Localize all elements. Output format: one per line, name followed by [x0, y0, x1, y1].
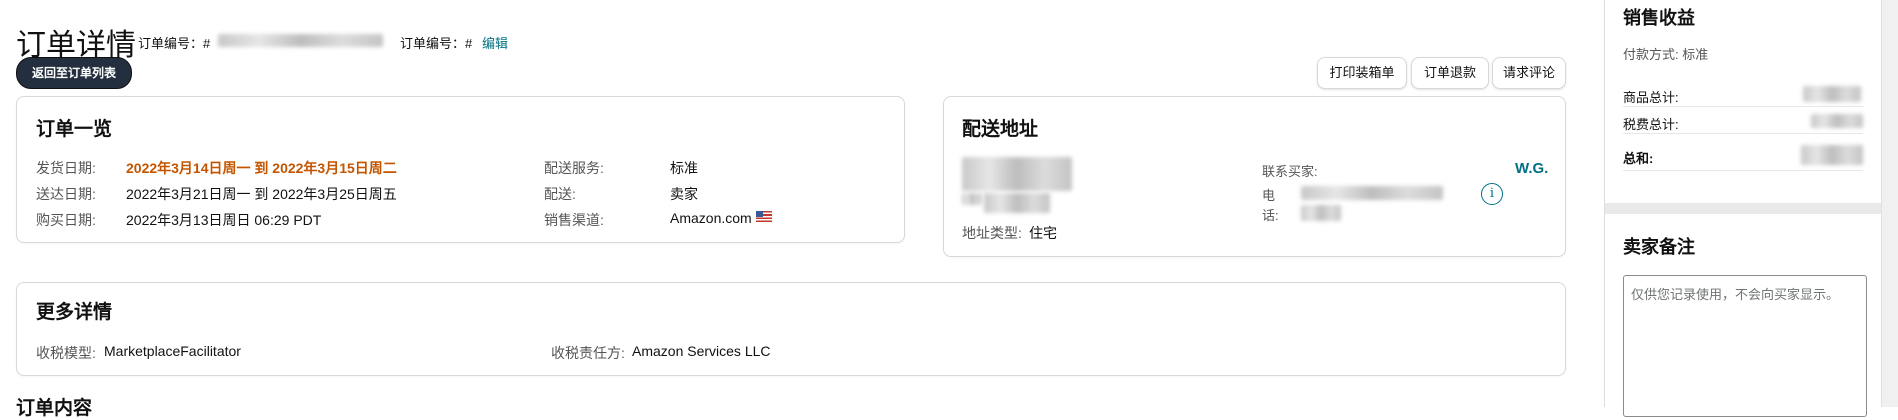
divider [1623, 106, 1863, 107]
ship-date-value: 2022年3月14日周一 到 2022年3月15日周二 [126, 160, 397, 176]
shipping-service-label: 配送服务: [544, 160, 604, 176]
address-type-value: 住宅 [1029, 225, 1057, 241]
phone-label-line1: 电 [1262, 188, 1276, 203]
purchase-date-value: 2022年3月13日周日 06:29 PDT [126, 212, 322, 228]
seller-notes-title: 卖家备注 [1623, 237, 1695, 257]
fulfillment-value: 卖家 [670, 186, 698, 202]
tax-model-value: MarketplaceFacilitator [104, 343, 241, 359]
sales-channel: Amazon.com [670, 210, 772, 226]
grand-total-label: 总和: [1623, 151, 1654, 166]
sidebar-separator [1605, 203, 1881, 214]
deliver-date-label: 送达日期: [36, 186, 96, 202]
tax-total-redacted [1811, 114, 1863, 128]
order-number-redacted [218, 34, 383, 47]
shipping-service-value: 标准 [670, 160, 698, 176]
sidebar: 销售收益 付款方式: 标准 商品总计: 税费总计: 总和: 卖家备注 仅供您记录… [1604, 0, 1898, 417]
divider [1623, 170, 1863, 171]
phone-redacted [1301, 186, 1443, 200]
refund-order-button[interactable]: 订单退款 [1411, 57, 1489, 89]
item-total-redacted [1803, 86, 1861, 102]
payment-method: 付款方式: 标准 [1623, 47, 1709, 62]
shipping-address-title: 配送地址 [962, 119, 1039, 140]
tax-total-label: 税费总计: [1623, 117, 1679, 132]
request-review-button[interactable]: 请求评论 [1492, 57, 1566, 89]
order-number-label: 订单编号：# [138, 36, 211, 51]
sales-revenue-panel: 销售收益 付款方式: 标准 商品总计: 税费总计: 总和: [1605, 0, 1881, 202]
tax-responsible-label: 收税责任方: [551, 345, 625, 361]
fulfillment-label: 配送: [544, 186, 576, 202]
more-details-card: 更多详情 收税模型: MarketplaceFacilitator 收税责任方:… [16, 282, 1566, 376]
print-packing-slip-button[interactable]: 打印装箱单 [1317, 57, 1407, 89]
shipping-address-card: 配送地址 地址类型: 住宅 联系买家: W.G. 电 话: i [943, 96, 1566, 257]
tax-model-label: 收税模型: [36, 345, 96, 361]
us-flag-icon [755, 211, 772, 222]
phone-redacted-2 [1301, 205, 1341, 221]
vertical-scrollbar[interactable] [1881, 0, 1898, 407]
phone-label-line2: 话: [1262, 208, 1279, 223]
buyer-name-link[interactable]: W.G. [1515, 160, 1548, 177]
address-redacted [962, 157, 1072, 191]
sales-channel-label: 销售渠道: [544, 212, 604, 228]
divider [1623, 133, 1863, 134]
more-details-title: 更多详情 [36, 302, 113, 323]
seller-notes-placeholder: 仅供您记录使用，不会向买家显示。 [1631, 287, 1840, 302]
ship-date-label: 发货日期: [36, 160, 96, 176]
sales-channel-value: Amazon.com [670, 210, 752, 226]
address-redacted-3 [962, 193, 982, 205]
item-total-label: 商品总计: [1623, 90, 1679, 105]
order-summary-card: 订单一览 发货日期: 2022年3月14日周一 到 2022年3月15日周二 送… [16, 96, 905, 243]
info-icon[interactable]: i [1481, 183, 1503, 205]
order-number-label-secondary: 订单编号：# [400, 36, 473, 51]
sales-revenue-title: 销售收益 [1623, 8, 1695, 28]
address-redacted-2 [984, 193, 1050, 213]
purchase-date-label: 购买日期: [36, 212, 96, 228]
grand-total-redacted [1801, 145, 1863, 165]
edit-link[interactable]: 编辑 [482, 33, 508, 52]
deliver-date-value: 2022年3月21日周一 到 2022年3月25日周五 [126, 186, 397, 202]
tax-responsible-value: Amazon Services LLC [632, 343, 771, 359]
seller-notes-input[interactable]: 仅供您记录使用，不会向买家显示。 [1623, 275, 1867, 417]
order-summary-title: 订单一览 [36, 119, 113, 140]
contact-buyer-label: 联系买家: [1262, 164, 1318, 179]
seller-notes-panel: 卖家备注 仅供您记录使用，不会向买家显示。 [1605, 214, 1881, 417]
back-to-orders-button[interactable]: 返回至订单列表 [16, 57, 132, 89]
address-type-label: 地址类型: [962, 225, 1022, 241]
